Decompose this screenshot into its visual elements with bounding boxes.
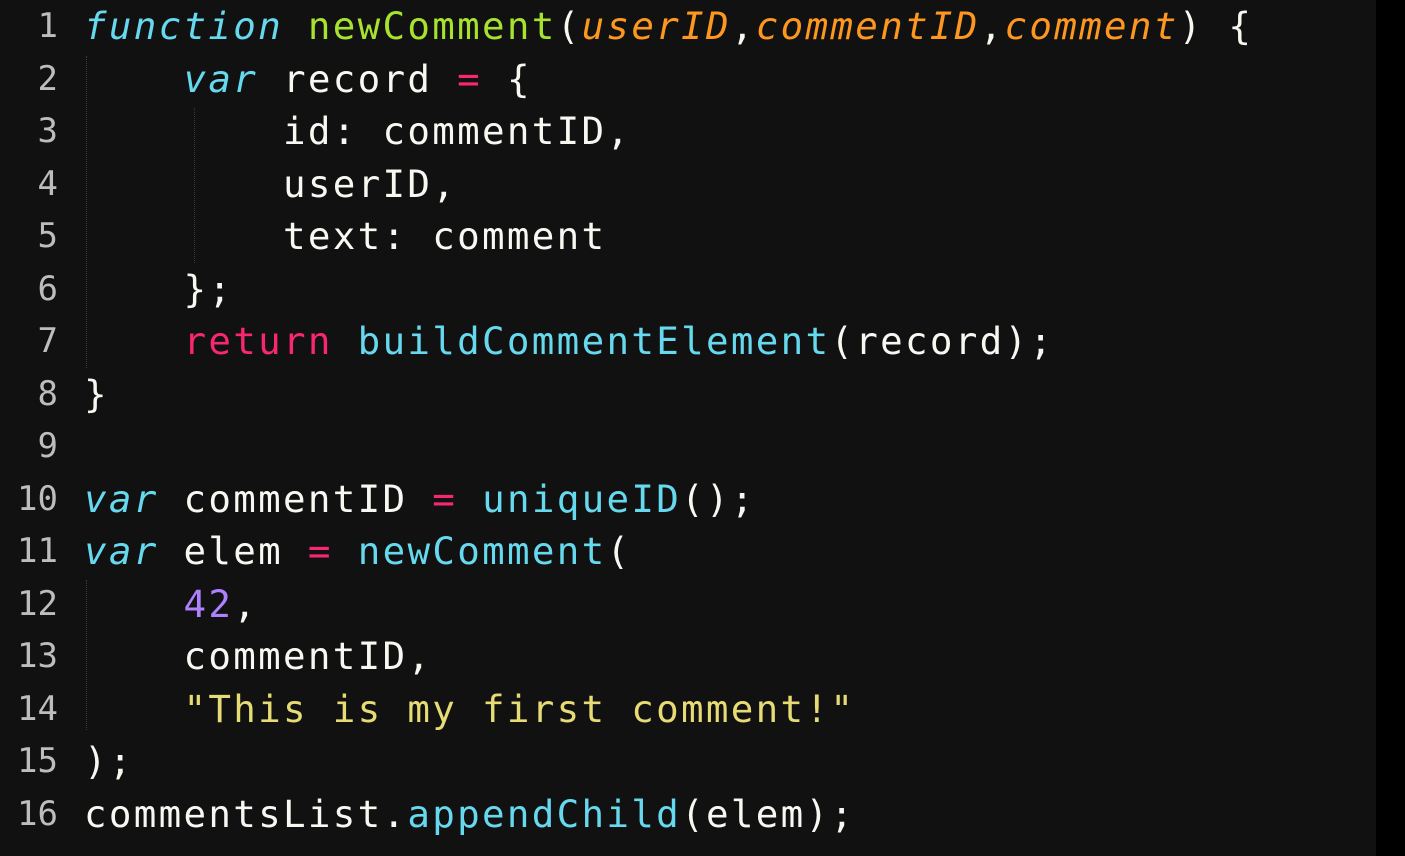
token: record	[258, 56, 458, 101]
token: commentID,	[84, 634, 433, 678]
code-text: text: comment	[84, 210, 606, 263]
line-number: 8	[37, 373, 58, 414]
line-number: 3	[37, 111, 58, 151]
token: (	[606, 529, 632, 573]
code-text: var elem = newComment(	[84, 525, 631, 578]
token: elem	[158, 529, 308, 573]
code-text: commentsList.appendChild(elem);	[84, 788, 855, 841]
token: ();	[681, 476, 756, 521]
line-number: 1	[37, 6, 58, 46]
line-number: 4	[37, 163, 58, 204]
token: }	[84, 371, 109, 416]
token: (record);	[830, 319, 1055, 363]
code-line[interactable]: 4 userID,	[0, 158, 1376, 211]
code-text: userID,	[84, 158, 457, 211]
code-text: );	[84, 735, 134, 788]
code-line[interactable]: 3 id: commentID,	[0, 105, 1376, 158]
token: ,	[233, 581, 259, 626]
code-line[interactable]: 14 "This is my first comment!"	[0, 683, 1376, 736]
token-function-name: newComment	[307, 4, 557, 48]
code-line[interactable]: 6 };	[0, 263, 1376, 316]
code-text: };	[84, 263, 233, 316]
code-line[interactable]: 5 text: comment	[0, 210, 1376, 263]
line-number: 5	[37, 216, 58, 256]
code-text: }	[84, 368, 109, 421]
token: {	[482, 56, 532, 101]
token: };	[84, 266, 234, 311]
token-function-call: buildCommentElement	[357, 319, 831, 363]
code-text: id: commentID,	[84, 105, 631, 158]
code-text: return buildCommentElement(record);	[84, 315, 1054, 368]
line-number: 6	[37, 268, 58, 309]
code-line[interactable]: 2 var record = {	[0, 53, 1376, 106]
token: userID,	[84, 161, 458, 206]
token-number: 42	[183, 581, 234, 626]
token: ) {	[1178, 4, 1254, 48]
code-text: var commentID = uniqueID();	[84, 473, 756, 526]
token: commentsList.	[84, 791, 408, 836]
token-keyword: var	[84, 476, 159, 521]
line-number: 13	[17, 636, 58, 676]
code-editor[interactable]: 1 function newComment(userID,commentID,c…	[0, 0, 1376, 856]
code-text: var record = {	[84, 53, 532, 106]
token: (elem);	[681, 791, 856, 836]
code-text: function newComment(userID,commentID,com…	[84, 0, 1253, 53]
code-text: 42,	[84, 578, 258, 631]
code-line[interactable]: 15 );	[0, 735, 1376, 788]
line-number: 11	[17, 531, 58, 571]
token-function-call: uniqueID	[482, 476, 682, 521]
code-line[interactable]: 1 function newComment(userID,commentID,c…	[0, 0, 1376, 53]
line-number: 10	[17, 478, 58, 519]
token: id: commentID,	[84, 109, 632, 153]
code-line[interactable]: 9	[0, 420, 1376, 473]
token: );	[84, 739, 134, 783]
token-function-call: appendChild	[407, 791, 682, 836]
token-parameter: commentID	[755, 4, 980, 48]
token-operator: =	[307, 529, 333, 573]
token: text: comment	[84, 214, 607, 258]
token-operator: =	[457, 56, 483, 101]
token: commentID	[158, 476, 433, 521]
token-keyword: function	[84, 4, 284, 48]
token-string: "This is my first comment!"	[183, 686, 856, 731]
token-keyword: return	[183, 319, 333, 363]
token-keyword: var	[183, 56, 259, 101]
code-line[interactable]: 8 }	[0, 368, 1376, 421]
line-number: 15	[17, 741, 58, 781]
code-line[interactable]: 12 42,	[0, 578, 1376, 631]
token: ,	[730, 4, 756, 48]
code-line[interactable]: 11 var elem = newComment(	[0, 525, 1376, 578]
line-number: 7	[37, 321, 58, 361]
token-parameter: comment	[1004, 4, 1179, 48]
code-text: "This is my first comment!"	[84, 683, 855, 736]
line-number: 9	[37, 426, 58, 466]
line-number: 14	[17, 688, 58, 729]
code-line[interactable]: 10 var commentID = uniqueID();	[0, 473, 1376, 526]
token-operator: =	[432, 476, 458, 521]
token: ,	[979, 4, 1005, 48]
token-keyword: var	[84, 529, 159, 573]
code-text: commentID,	[84, 630, 432, 683]
line-number: 12	[17, 583, 58, 624]
token: (	[556, 4, 582, 48]
line-number: 2	[37, 58, 58, 99]
token-function-call: newComment	[357, 529, 607, 573]
code-line[interactable]: 7 return buildCommentElement(record);	[0, 315, 1376, 368]
code-line[interactable]: 16 commentsList.appendChild(elem);	[0, 788, 1376, 841]
line-number: 16	[17, 793, 58, 834]
token-parameter: userID	[581, 4, 731, 48]
code-line[interactable]: 13 commentID,	[0, 630, 1376, 683]
